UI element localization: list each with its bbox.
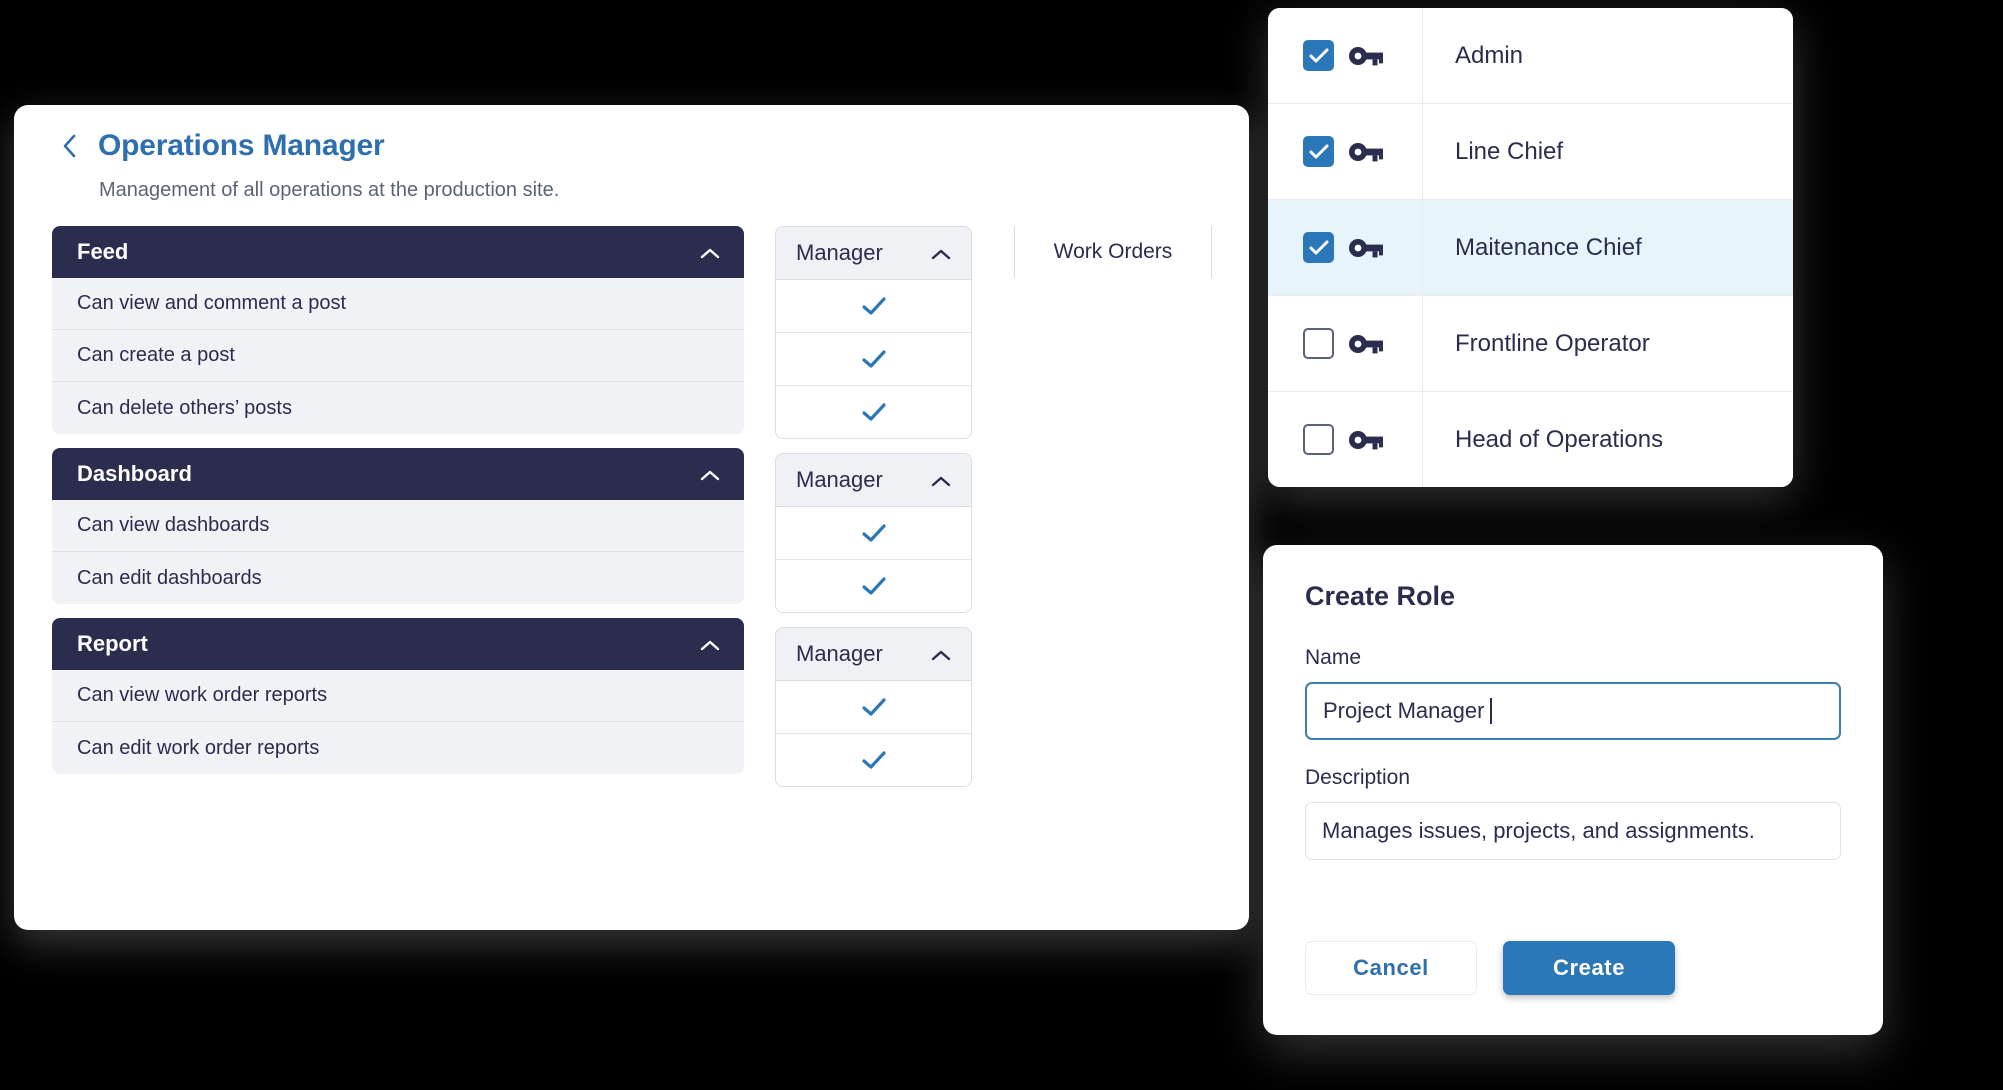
role-column-dashboard: Manager [775,453,972,613]
role-column-feed: Manager [775,226,972,439]
role-column-title: Manager [796,240,883,265]
check-icon [861,523,887,543]
description-field[interactable]: Manages issues, projects, and assignment… [1305,802,1841,860]
permission-check-cell[interactable] [776,280,971,333]
role-checkbox[interactable] [1303,328,1334,359]
permission-section-dashboard: Dashboard Can view dashboards Can edit d… [52,448,744,604]
name-field-label: Name [1305,646,1362,669]
check-icon [861,402,887,422]
role-column-header[interactable]: Manager [776,227,971,280]
role-item-label: Admin [1455,41,1524,69]
role-item-controls [1268,296,1423,391]
chevron-up-icon[interactable] [700,246,720,259]
check-icon [861,576,887,596]
description-field-label: Description [1305,766,1411,789]
page-title: Operations Manager [98,129,385,162]
work-orders-column: Work Orders [1014,226,1212,278]
check-icon [1309,240,1329,255]
role-item-label: Frontline Operator [1455,329,1650,357]
roles-dropdown-panel: Admin Line Chief Maitenance Chief Frontl… [1268,8,1793,487]
text-cursor [1490,698,1493,724]
title-row: Operations Manager [58,131,1249,161]
chevron-left-icon[interactable] [58,132,80,160]
cancel-button[interactable]: Cancel [1305,941,1477,995]
permission-check-cell[interactable] [776,734,971,786]
permissions-card: Operations Manager Management of all ope… [14,105,1249,930]
key-icon [1348,236,1384,260]
name-field[interactable]: Project Manager [1305,682,1841,740]
section-header-dashboard[interactable]: Dashboard [52,448,744,500]
role-list-item[interactable]: Frontline Operator [1268,296,1793,392]
check-icon [861,697,887,717]
chevron-up-icon[interactable] [700,468,720,481]
permission-row: Can delete others’ posts [52,382,744,434]
permission-row: Can view work order reports [52,670,744,722]
section-header-feed[interactable]: Feed [52,226,744,278]
role-list-item[interactable]: Maitenance Chief [1268,200,1793,296]
permission-check-cell[interactable] [776,681,971,734]
permission-section-report: Report Can view work order reports Can e… [52,618,744,774]
key-icon [1348,428,1384,452]
section-header-report[interactable]: Report [52,618,744,670]
check-icon [861,349,887,369]
role-list-item[interactable]: Head of Operations [1268,392,1793,487]
chevron-up-icon[interactable] [931,648,951,661]
role-checkbox[interactable] [1303,40,1334,71]
check-icon [861,296,887,316]
permission-row: Can view dashboards [52,500,744,552]
role-item-label: Maitenance Chief [1455,233,1642,261]
permission-section-feed: Feed Can view and comment a post Can cre… [52,226,744,434]
permission-row: Can create a post [52,330,744,382]
card-header: Operations Manager Management of all ope… [14,105,1249,202]
key-icon [1348,140,1384,164]
role-checkbox[interactable] [1303,136,1334,167]
check-icon [861,750,887,770]
check-icon [1309,144,1329,159]
key-icon [1348,332,1384,356]
chevron-up-icon[interactable] [931,474,951,487]
role-column-header[interactable]: Manager [776,454,971,507]
permission-check-cell[interactable] [776,386,971,438]
chevron-up-icon[interactable] [931,247,951,260]
section-title: Feed [77,239,129,264]
permission-row: Can view and comment a post [52,278,744,330]
role-item-controls [1268,392,1423,487]
section-title: Dashboard [77,461,192,486]
section-title: Report [77,631,148,656]
role-checkbox[interactable] [1303,232,1334,263]
role-item-label: Line Chief [1455,137,1564,165]
permission-check-cell[interactable] [776,333,971,386]
key-icon [1348,44,1384,68]
create-role-dialog: Create Role Name Project Manager Descrip… [1263,545,1883,1035]
role-item-controls [1268,200,1423,295]
role-item-label: Head of Operations [1455,425,1664,453]
dialog-title: Create Role [1305,581,1456,611]
description-field-value: Manages issues, projects, and assignment… [1322,818,1755,843]
check-icon [1309,48,1329,63]
role-column-header[interactable]: Manager [776,628,971,681]
role-column-title: Manager [796,467,883,492]
role-column-title: Manager [796,641,883,666]
role-checkbox[interactable] [1303,424,1334,455]
name-field-value: Project Manager [1323,698,1485,723]
permission-row: Can edit dashboards [52,552,744,604]
dialog-actions: Cancel Create [1305,941,1675,995]
role-list-item[interactable]: Line Chief [1268,104,1793,200]
create-button[interactable]: Create [1503,941,1675,995]
page-subtitle: Management of all operations at the prod… [99,179,560,201]
work-orders-column-header: Work Orders [1015,226,1211,278]
role-columns: Manager Manager Manager [775,226,972,801]
permission-sections: Feed Can view and comment a post Can cre… [52,226,744,788]
role-item-controls [1268,8,1423,103]
role-item-controls [1268,104,1423,199]
role-column-report: Manager [775,627,972,787]
chevron-up-icon[interactable] [700,638,720,651]
role-list-item[interactable]: Admin [1268,8,1793,104]
permission-check-cell[interactable] [776,560,971,612]
permission-check-cell[interactable] [776,507,971,560]
permission-row: Can edit work order reports [52,722,744,774]
